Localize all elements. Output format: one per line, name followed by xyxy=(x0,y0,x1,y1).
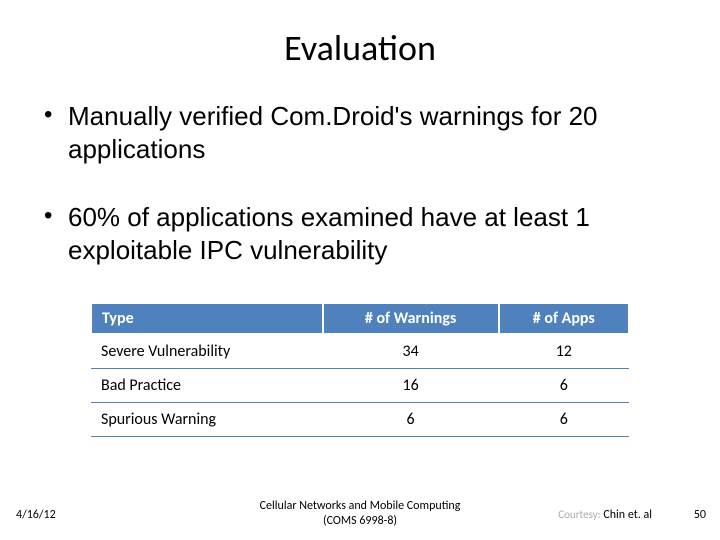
cell-type: Bad Practice xyxy=(91,369,323,403)
cell-apps: 6 xyxy=(499,369,629,403)
table-row: Spurious Warning 6 6 xyxy=(91,403,629,437)
table-row: Bad Practice 16 6 xyxy=(91,369,629,403)
col-header-apps: # of Apps xyxy=(499,303,629,334)
footer-courtesy: Courtesy: Chin et. al xyxy=(558,508,652,522)
col-header-warnings: # of Warnings xyxy=(323,303,499,334)
cell-apps: 12 xyxy=(499,334,629,369)
bullet-item: Manually verified Com.Droid's warnings f… xyxy=(40,100,680,165)
courtesy-name: Chin et. al xyxy=(603,508,652,522)
cell-type: Spurious Warning xyxy=(91,403,323,437)
slide: Evaluation Manually verified Com.Droid's… xyxy=(0,0,720,540)
table-header-row: Type # of Warnings # of Apps xyxy=(91,303,629,334)
page-title: Evaluation xyxy=(40,26,680,70)
bullet-item: 60% of applications examined have at lea… xyxy=(40,201,680,266)
footer-center-line1: Cellular Networks and Mobile Computing xyxy=(260,499,461,513)
page-number: 50 xyxy=(694,508,706,522)
vulnerability-table: Type # of Warnings # of Apps Severe Vuln… xyxy=(90,302,630,437)
cell-type: Severe Vulnerability xyxy=(91,334,323,369)
footer-center-line2: (COMS 6998-8) xyxy=(323,514,397,528)
courtesy-label: Courtesy: xyxy=(558,508,600,521)
cell-warnings: 34 xyxy=(323,334,499,369)
col-header-type: Type xyxy=(91,303,323,334)
table-row: Severe Vulnerability 34 12 xyxy=(91,334,629,369)
table-wrap: Type # of Warnings # of Apps Severe Vuln… xyxy=(90,302,680,437)
cell-apps: 6 xyxy=(499,403,629,437)
cell-warnings: 6 xyxy=(323,403,499,437)
slide-footer: 4/16/12 Cellular Networks and Mobile Com… xyxy=(0,496,720,532)
bullet-list: Manually verified Com.Droid's warnings f… xyxy=(40,100,680,266)
cell-warnings: 16 xyxy=(323,369,499,403)
